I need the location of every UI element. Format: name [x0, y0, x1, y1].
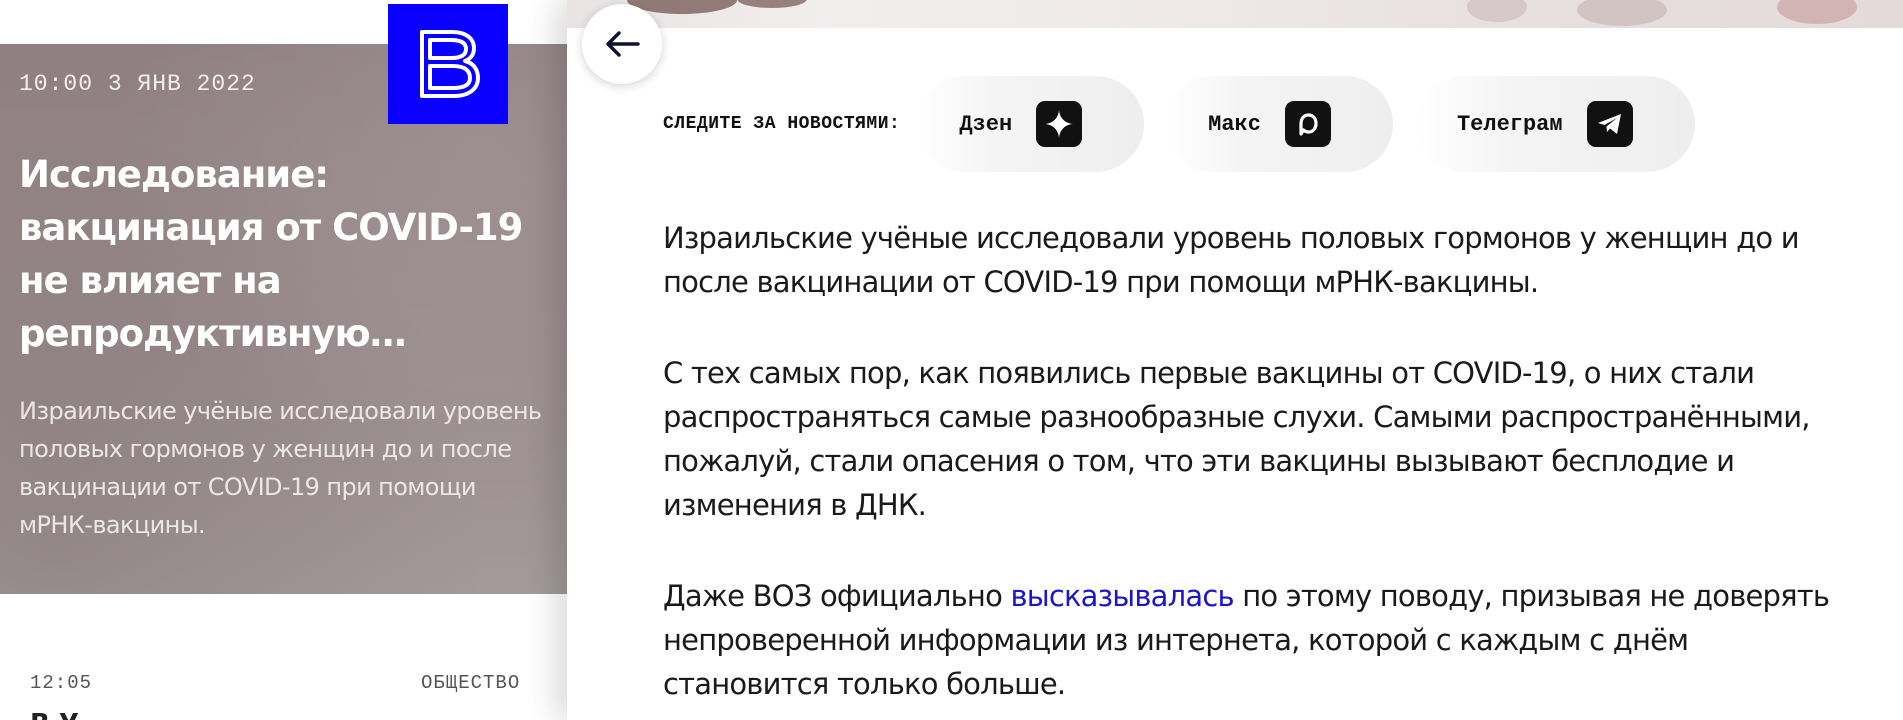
who-statement-link[interactable]: высказывалась: [1010, 579, 1234, 613]
news-feed: 10:00 3 ЯНВ 2022 Исследование: вакцинаци…: [0, 0, 567, 720]
follow-max-label: Макс: [1208, 111, 1261, 137]
featured-news-title[interactable]: Исследование: вакцинация от COVID-19 не …: [19, 148, 549, 360]
max-icon: [1284, 101, 1331, 147]
article-paragraph: С тех самых пор, как появились первые ва…: [663, 356, 1810, 522]
cover-image-fragment: [1777, 0, 1857, 24]
featured-news-card[interactable]: 10:00 3 ЯНВ 2022 Исследование: вакцинаци…: [0, 44, 567, 594]
article-panel: СЛЕДИТЕ ЗА НОВОСТЯМИ: Дзен Макс Телеграм…: [567, 0, 1903, 720]
follow-max-button[interactable]: Макс: [1166, 76, 1393, 172]
cover-image-fragment: [1577, 0, 1667, 26]
follow-news-bar: СЛЕДИТЕ ЗА НОВОСТЯМИ: Дзен Макс Телеграм: [663, 75, 1717, 173]
cover-image-fragment: [737, 0, 807, 8]
page: 10:00 3 ЯНВ 2022 Исследование: вакцинаци…: [0, 0, 1903, 720]
feed-item-time: 12:05: [30, 672, 93, 694]
back-button[interactable]: [582, 4, 662, 84]
follow-news-label: СЛЕДИТЕ ЗА НОВОСТЯМИ:: [663, 114, 901, 134]
cover-image-fragment: [1467, 0, 1527, 22]
dzen-icon: [1036, 101, 1083, 147]
follow-dzen-label: Дзен: [959, 111, 1013, 137]
telegram-icon: [1586, 101, 1633, 147]
logo-b-icon: [420, 30, 480, 98]
article-text: Даже ВОЗ официально: [663, 579, 1011, 613]
follow-telegram-label: Телеграм: [1456, 111, 1563, 137]
follow-telegram-button[interactable]: Телеграм: [1414, 76, 1695, 172]
feed-item-category[interactable]: ОБЩЕСТВО: [421, 672, 520, 694]
site-logo[interactable]: [388, 4, 508, 124]
featured-news-lead: Израильские учёные исследовали уровень п…: [19, 397, 542, 539]
follow-dzen-button[interactable]: Дзен: [917, 76, 1145, 172]
article-body: Израильские учёные исследовали уровень п…: [663, 216, 1833, 720]
article-paragraph: Даже ВОЗ официально высказывалась по это…: [663, 574, 1833, 706]
featured-news-date: 10:00 3 ЯНВ 2022: [19, 71, 256, 97]
article-paragraph: Израильские учёные исследовали уровень п…: [663, 221, 1800, 299]
article-cover-image: [567, 0, 1903, 28]
arrow-left-icon: [606, 31, 640, 57]
feed-item-title[interactable]: В У: [30, 709, 79, 720]
